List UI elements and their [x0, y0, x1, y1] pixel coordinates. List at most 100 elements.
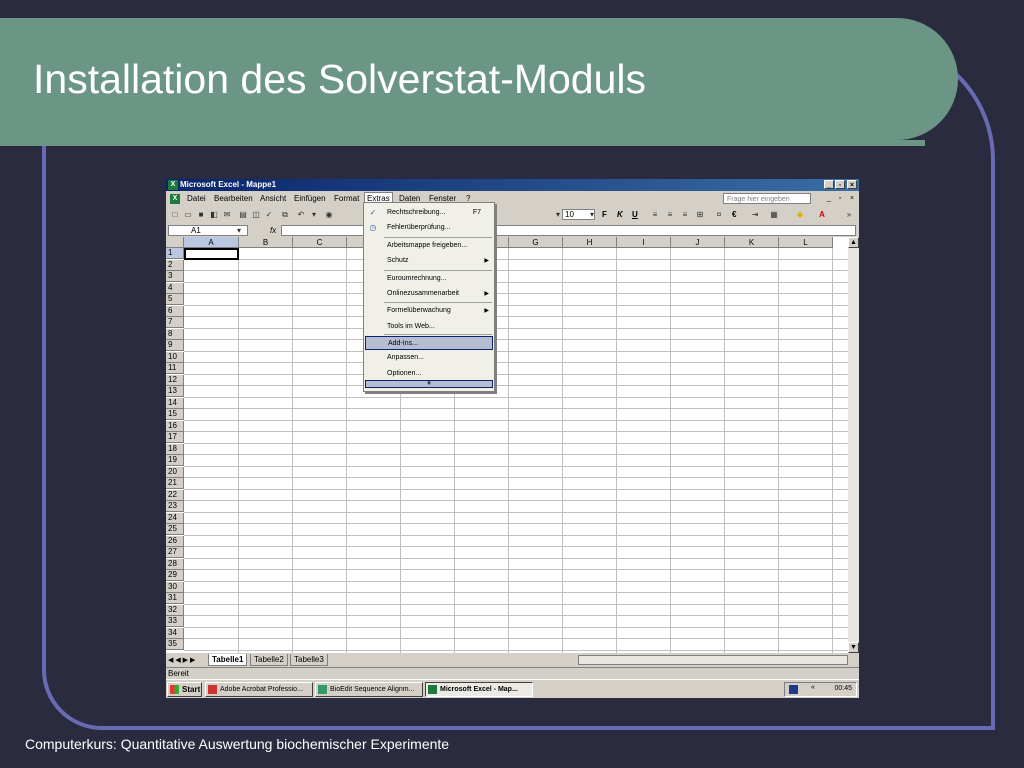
menu-item-arbeitsmappe-freigeben[interactable]: Arbeitsmappe freigeben... — [365, 239, 493, 253]
menu-datei[interactable]: Datei — [187, 194, 206, 203]
sheet-tab-tabelle2[interactable]: Tabelle2 — [250, 654, 288, 666]
column-header-j[interactable]: J — [671, 237, 725, 248]
task-bioedit[interactable]: BioEdit Sequence Alignm... — [315, 682, 423, 697]
row-header-5[interactable]: 5 — [166, 294, 184, 305]
column-header-g[interactable]: G — [509, 237, 563, 248]
row-header-35[interactable]: 35 — [166, 639, 184, 650]
row-header-27[interactable]: 27 — [166, 547, 184, 558]
row-header-18[interactable]: 18 — [166, 443, 184, 455]
sheet-tab-tabelle3[interactable]: Tabelle3 — [290, 654, 328, 666]
scroll-up-icon[interactable]: ▲ — [848, 237, 859, 248]
row-header-30[interactable]: 30 — [166, 581, 184, 593]
size-dropdown-icon[interactable]: ▾ — [587, 210, 597, 220]
horizontal-scrollbar[interactable] — [578, 655, 848, 665]
select-all-corner[interactable] — [166, 237, 184, 248]
new-file-icon[interactable]: □ — [170, 210, 180, 220]
euro-button[interactable]: € — [732, 210, 736, 219]
indent-icon[interactable]: ⇥ — [750, 210, 760, 220]
row-header-3[interactable]: 3 — [166, 271, 184, 282]
column-header-a[interactable]: A — [184, 237, 239, 248]
column-header-h[interactable]: H — [563, 237, 617, 248]
doc-close-button[interactable]: × — [847, 194, 857, 203]
workbook-icon[interactable]: X — [170, 194, 180, 204]
hyperlink-icon[interactable]: ◉ — [324, 210, 334, 220]
row-header-9[interactable]: 9 — [166, 340, 184, 351]
align-left-icon[interactable]: ≡ — [650, 210, 660, 220]
font-color-icon[interactable]: A — [817, 210, 827, 220]
row-header-28[interactable]: 28 — [166, 558, 184, 570]
menu-format[interactable]: Format — [334, 194, 359, 203]
menu-item-add-ins[interactable]: Add-Ins... — [365, 336, 493, 350]
menu-item-optionen[interactable]: Optionen... — [365, 367, 493, 381]
vertical-scrollbar[interactable]: ▲ ▼ — [848, 237, 859, 653]
column-header-b[interactable]: B — [239, 237, 293, 248]
menu-einfuegen[interactable]: Einfügen — [294, 194, 326, 203]
underline-button[interactable]: U — [632, 210, 638, 219]
menu-item-fehlerueberpruefung[interactable]: Fehlerüberprüfung... ◷ — [365, 221, 493, 235]
currency-icon[interactable]: ¤ — [714, 210, 724, 220]
row-header-10[interactable]: 10 — [166, 351, 184, 363]
undo-icon[interactable]: ↶ — [296, 210, 306, 220]
font-dropdown-icon[interactable]: ▾ — [553, 210, 563, 220]
column-header-l[interactable]: L — [779, 237, 833, 248]
row-header-7[interactable]: 7 — [166, 317, 184, 328]
column-header-i[interactable]: I — [617, 237, 671, 248]
fill-color-icon[interactable]: ◆ — [795, 210, 805, 220]
row-header-33[interactable]: 33 — [166, 616, 184, 627]
close-button[interactable]: × — [847, 180, 857, 189]
task-excel[interactable]: Microsoft Excel - Map... — [425, 682, 533, 697]
language-icon[interactable] — [789, 685, 798, 694]
menu-ansicht[interactable]: Ansicht — [260, 194, 286, 203]
row-header-32[interactable]: 32 — [166, 604, 184, 616]
column-header-k[interactable]: K — [725, 237, 779, 248]
tray-arrow-icon[interactable]: « — [811, 684, 815, 691]
row-header-26[interactable]: 26 — [166, 535, 184, 547]
row-header-4[interactable]: 4 — [166, 282, 184, 294]
namebox-dropdown-icon[interactable]: ▾ — [234, 226, 244, 236]
menu-bearbeiten[interactable]: Bearbeiten — [214, 194, 253, 203]
restore-button[interactable]: ▫ — [835, 180, 845, 189]
column-header-c[interactable]: C — [293, 237, 347, 248]
italic-button[interactable]: K — [617, 210, 623, 219]
permission-icon[interactable]: ◧ — [209, 210, 219, 220]
save-icon[interactable]: ■ — [196, 210, 206, 220]
help-search-input[interactable]: Frage hier eingeben — [723, 193, 811, 204]
copy-icon[interactable]: ⧉ — [280, 210, 290, 220]
print-preview-icon[interactable]: ◫ — [251, 210, 261, 220]
menu-item-anpassen[interactable]: Anpassen... — [365, 351, 493, 365]
row-header-15[interactable]: 15 — [166, 409, 184, 420]
worksheet-grid[interactable]: ABCDEFGHIJKL1234567891011121314151617181… — [166, 237, 848, 653]
row-header-17[interactable]: 17 — [166, 432, 184, 443]
row-header-13[interactable]: 13 — [166, 386, 184, 397]
row-header-24[interactable]: 24 — [166, 512, 184, 524]
active-cell-a1[interactable] — [184, 248, 239, 260]
row-header-19[interactable]: 19 — [166, 455, 184, 466]
merge-center-icon[interactable]: ⊞ — [695, 210, 705, 220]
menu-item-euroumrechnung[interactable]: Euroumrechnung... — [365, 272, 493, 286]
email-icon[interactable]: ✉ — [222, 210, 232, 220]
dropdown-arrow-icon[interactable]: ▾ — [309, 210, 319, 220]
sheet-tab-tabelle1[interactable]: Tabelle1 — [208, 654, 248, 666]
row-header-1[interactable]: 1 — [166, 248, 184, 259]
row-header-23[interactable]: 23 — [166, 501, 184, 512]
row-header-20[interactable]: 20 — [166, 466, 184, 478]
menu-expand-chevron[interactable]: ¥ — [365, 380, 493, 388]
row-header-8[interactable]: 8 — [166, 328, 184, 340]
row-header-14[interactable]: 14 — [166, 397, 184, 409]
print-icon[interactable]: ▤ — [238, 210, 248, 220]
row-header-6[interactable]: 6 — [166, 305, 184, 317]
row-header-11[interactable]: 11 — [166, 363, 184, 374]
menu-item-formelueberwachung[interactable]: Formelüberwachung ▶ — [365, 304, 493, 318]
bold-button[interactable]: F — [602, 210, 607, 219]
menu-item-onlinezusammenarbeit[interactable]: Onlinezusammenarbeit ▶ — [365, 287, 493, 301]
doc-minimize-button[interactable]: _ — [824, 194, 834, 203]
row-header-34[interactable]: 34 — [166, 627, 184, 639]
row-header-12[interactable]: 12 — [166, 374, 184, 386]
window-titlebar[interactable]: X Microsoft Excel - Mappe1 _ ▫ × — [166, 179, 859, 191]
borders-icon[interactable]: ▦ — [769, 210, 779, 220]
open-folder-icon[interactable]: ▭ — [183, 210, 193, 220]
menu-item-rechtschreibung[interactable]: Rechtschreibung... ✓ F7 — [365, 206, 493, 220]
toolbar-options-icon[interactable]: » — [844, 210, 854, 220]
row-header-29[interactable]: 29 — [166, 570, 184, 581]
menu-item-tools-im-web[interactable]: Tools im Web... — [365, 320, 493, 334]
